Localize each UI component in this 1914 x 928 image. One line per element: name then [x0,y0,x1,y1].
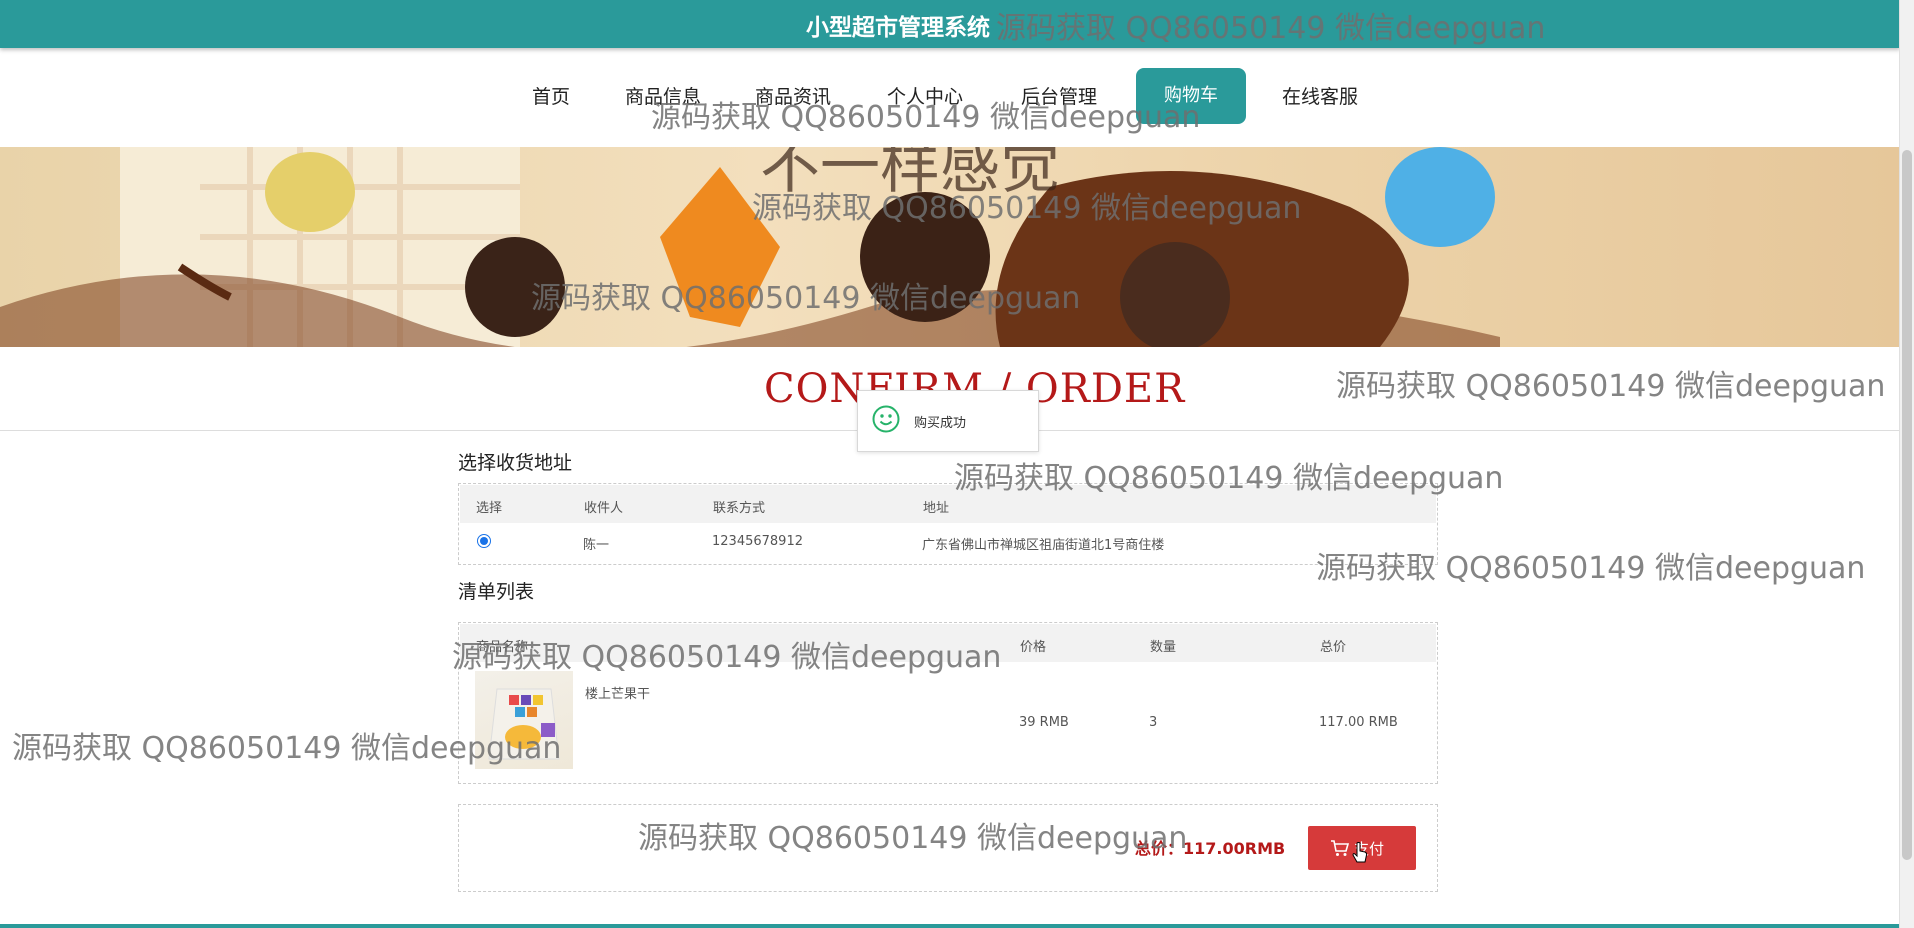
banner-image: 不一样感觉 [0,147,1900,347]
page-scrollbar[interactable] [1899,0,1914,928]
order-col-price: 价格 [1020,640,1047,655]
address-col-select: 选择 [476,501,503,516]
nav-item-products[interactable]: 商品信息 [625,82,701,109]
address-section-title: 选择收货地址 [458,452,573,474]
product-qty: 3 [1149,715,1158,730]
banner-text: 不一样感觉 [760,147,1060,202]
address-col-receiver: 收件人 [584,501,624,516]
cart-icon [1331,840,1350,856]
nav-item-cart[interactable]: 购物车 [1136,68,1246,124]
hand-cursor-icon [1352,842,1368,863]
smile-icon [872,405,900,433]
address-phone: 12345678912 [712,534,803,549]
product-name[interactable]: 楼上芒果干 [585,683,650,702]
toast-message: 购买成功 [914,416,967,431]
product-total: 117.00 RMB [1319,715,1398,730]
product-image [488,688,560,760]
address-radio[interactable] [477,534,491,548]
address-detail: 广东省佛山市禅城区祖庙街道北1号商住楼 [922,538,1165,553]
order-col-product: 商品名称 [476,640,529,655]
main-nav: 首页 商品信息 商品资讯 个人中心 后台管理 购物车 在线客服 [0,68,1900,124]
grand-total: 总价：117.00RMB [1135,839,1286,858]
success-toast: 购买成功 [857,390,1039,452]
footer-strip [0,924,1900,928]
checkout-box [458,804,1438,892]
product-price: 39 RMB [1019,715,1069,730]
nav-item-admin[interactable]: 后台管理 [1021,82,1097,109]
site-title: 小型超市管理系统 [806,15,990,41]
order-col-total: 总价 [1320,640,1347,655]
product-thumbnail[interactable] [475,671,573,769]
nav-item-online-service[interactable]: 在线客服 [1282,82,1358,109]
address-table-header: 选择 收件人 联系方式 地址 [460,485,1436,523]
nav-item-home[interactable]: 首页 [532,82,570,109]
scrollbar-thumb[interactable] [1902,150,1912,860]
nav-item-news[interactable]: 商品资讯 [755,82,831,109]
watermark: 源码获取 QQ86050149 微信deepguan [1336,369,1886,404]
top-header-bar: 小型超市管理系统 [0,0,1900,48]
banner-artwork: 不一样感觉 [0,147,1500,347]
order-table: 商品名称 价格 数量 总价 楼上芒果干 39 RMB 3 117.00 RMB [458,622,1438,784]
order-col-qty: 数量 [1150,640,1177,655]
address-table: 选择 收件人 联系方式 地址 陈一 12345678912 广东省佛山市禅城区祖… [458,483,1438,565]
nav-item-personal-center[interactable]: 个人中心 [887,82,963,109]
address-receiver: 陈一 [583,538,610,553]
address-col-address: 地址 [923,501,950,516]
address-col-phone: 联系方式 [713,501,766,516]
order-table-header: 商品名称 价格 数量 总价 [460,624,1436,662]
order-section-title: 清单列表 [458,581,535,603]
